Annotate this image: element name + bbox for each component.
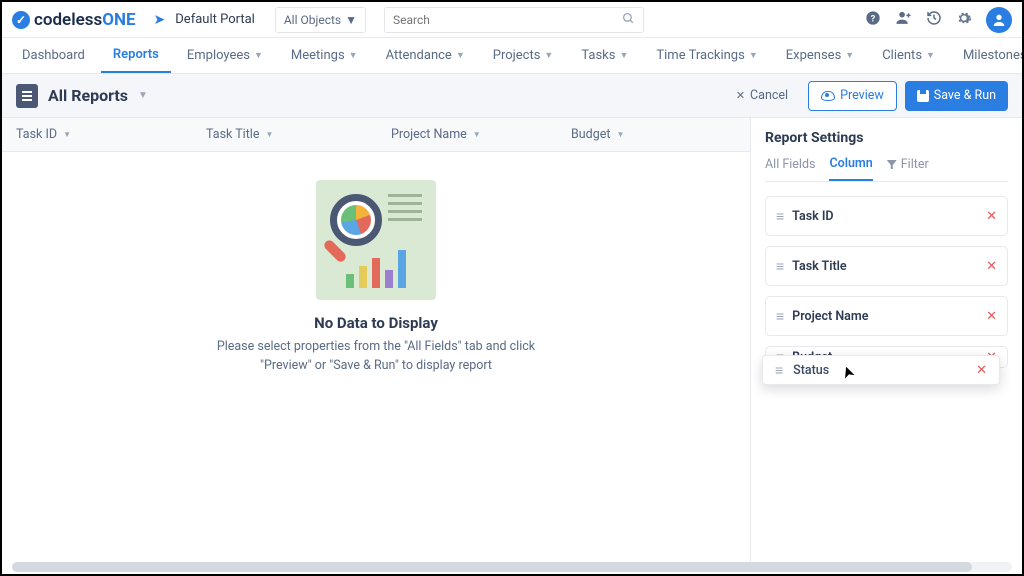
gear-icon[interactable] [956,10,972,30]
tab-meetings[interactable]: Meetings▼ [279,38,370,74]
column-header[interactable]: Budget▼ [557,127,707,142]
chevron-down-icon: ▼ [345,13,357,27]
drag-handle-icon[interactable]: ≡ [775,362,781,379]
column-header[interactable]: Project Name▼ [377,127,557,142]
add-user-icon[interactable] [895,9,912,30]
drag-handle-icon[interactable]: ≡ [776,208,782,225]
chevron-down-icon: ▼ [254,50,263,61]
page-title: All Reports [48,86,128,105]
tab-employees[interactable]: Employees▼ [175,38,275,74]
column-header[interactable]: Task Title▼ [192,127,377,142]
chevron-down-icon: ▼ [473,130,481,139]
tab-projects[interactable]: Projects▼ [481,38,566,74]
chevron-down-icon: ▼ [845,50,854,61]
drag-handle-icon[interactable]: ≡ [776,308,782,325]
empty-illustration [316,180,436,300]
tab-filter[interactable]: Filter [887,156,929,181]
report-icon [16,84,38,108]
column-list: ≡Task ID✕≡Task Title✕≡Project Name✕≡Budg… [765,196,1008,368]
column-item[interactable]: ≡ Project Name ✕ [765,296,1008,336]
empty-title: No Data to Display [314,314,438,332]
chevron-down-icon: ▼ [63,130,71,139]
send-icon[interactable]: ➤ [154,12,166,28]
column-item-label: Task Title [792,259,976,274]
eye-icon [821,91,835,101]
column-header[interactable]: Task ID▼ [2,127,192,142]
tab-clients[interactable]: Clients▼ [870,38,947,74]
drag-handle-icon[interactable]: ≡ [776,258,782,275]
settings-panel: Report Settings All Fields Column Filter… [750,118,1022,562]
help-icon[interactable]: ? [865,10,881,30]
tab-time-trackings[interactable]: Time Trackings▼ [644,38,769,74]
dragging-column-item[interactable]: ≡ Status ✕ [762,355,1000,385]
cancel-button[interactable]: Cancel [724,81,800,111]
logo[interactable]: ✓ codelessONE [12,10,136,30]
search-wrap [384,7,855,33]
topbar: ✓ codelessONE ➤ Default Portal All Objec… [2,2,1022,38]
tab-reports[interactable]: Reports [101,38,171,74]
main-area: Task ID▼Task Title▼Project Name▼Budget▼ … [2,118,750,562]
chevron-down-icon: ▼ [926,50,935,61]
logo-icon: ✓ [12,11,30,29]
tab-all-fields[interactable]: All Fields [765,156,815,181]
remove-column-icon[interactable]: ✕ [986,309,997,324]
column-item[interactable]: ≡ Task ID ✕ [765,196,1008,236]
column-item[interactable]: ≡ Task Title ✕ [765,246,1008,286]
portal-name[interactable]: Default Portal [175,12,255,27]
column-headers: Task ID▼Task Title▼Project Name▼Budget▼ [2,118,750,152]
chevron-down-icon: ▼ [456,50,465,61]
header-actions: Cancel Preview Save & Run [724,81,1008,111]
tab-milestones[interactable]: Milestones▼ [951,38,1022,74]
column-item-label: Status [793,363,829,378]
tab-dashboard[interactable]: Dashboard [10,38,97,74]
column-item-label: Project Name [792,309,976,324]
nav-tabs: DashboardReportsEmployees▼Meetings▼Atten… [2,38,1022,74]
avatar[interactable] [986,7,1012,33]
remove-column-icon[interactable]: ✕ [976,363,987,378]
remove-column-icon[interactable]: ✕ [986,209,997,224]
preview-button[interactable]: Preview [808,81,897,111]
title-chevron-down-icon[interactable]: ▼ [138,90,148,101]
horizontal-scrollbar[interactable] [12,562,1012,572]
chevron-down-icon: ▼ [619,50,628,61]
chevron-down-icon: ▼ [749,50,758,61]
page-header: All Reports ▼ Cancel Preview Save & Run [2,74,1022,118]
svg-text:?: ? [871,13,876,24]
filter-icon [887,160,897,169]
empty-state: No Data to Display Please select propert… [2,152,750,562]
save-icon [917,90,929,102]
save-run-button[interactable]: Save & Run [905,81,1008,111]
chevron-down-icon: ▼ [265,130,273,139]
tab-column[interactable]: Column [829,156,872,181]
search-icon[interactable] [622,12,635,29]
settings-title: Report Settings [765,130,1008,146]
tab-expenses[interactable]: Expenses▼ [774,38,866,74]
remove-column-icon[interactable]: ✕ [986,259,997,274]
tab-attendance[interactable]: Attendance▼ [374,38,477,74]
history-icon[interactable] [926,10,942,30]
chevron-down-icon: ▼ [616,130,624,139]
column-item-label: Task ID [792,209,976,224]
object-selector[interactable]: All Objects▼ [275,7,366,33]
settings-tabs: All Fields Column Filter [765,156,1008,182]
top-icons: ? [865,7,1012,33]
search-input[interactable] [384,7,644,33]
tab-tasks[interactable]: Tasks▼ [569,38,640,74]
empty-message: Please select properties from the "All F… [216,338,536,376]
chevron-down-icon: ▼ [349,50,358,61]
content: Task ID▼Task Title▼Project Name▼Budget▼ … [2,118,1022,562]
chevron-down-icon: ▼ [544,50,553,61]
